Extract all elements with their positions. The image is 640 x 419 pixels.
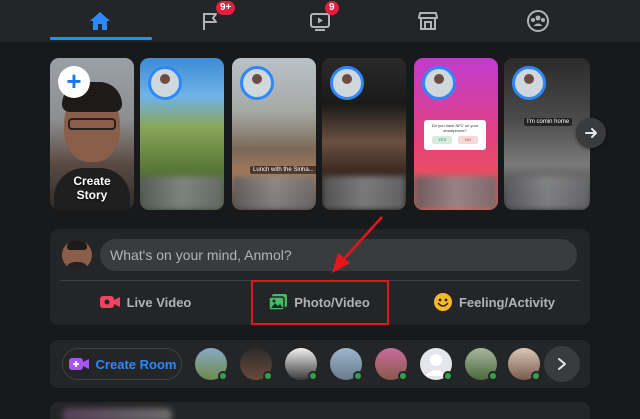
stories-row: + Create Story Lunch with the Sinha... D…: [0, 58, 640, 210]
notification-badge: 9+: [216, 1, 236, 15]
feeling-activity-button[interactable]: Feeling/Activity: [408, 285, 580, 319]
online-indicator: [531, 371, 541, 381]
smiley-icon: [433, 293, 452, 311]
tab-watch[interactable]: 9: [270, 0, 370, 42]
online-indicator: [443, 371, 453, 381]
story-card[interactable]: Lunch with the Sinha...: [232, 58, 316, 210]
story-author-name-blurred: [414, 176, 498, 210]
feeling-activity-label: Feeling/Activity: [458, 294, 556, 310]
create-story-card[interactable]: + Create Story: [50, 58, 134, 210]
next-feed-card: [50, 402, 590, 419]
online-indicator: [398, 371, 408, 381]
story-avatar: [240, 66, 274, 100]
story-avatar: [422, 66, 456, 100]
online-indicator: [308, 371, 318, 381]
story-card[interactable]: [322, 58, 406, 210]
online-indicator: [353, 371, 363, 381]
story-caption: Lunch with the Sinha...: [250, 166, 316, 174]
rooms-next-button[interactable]: [544, 346, 580, 382]
store-icon: [418, 12, 438, 30]
friend-avatar-default[interactable]: [420, 348, 453, 381]
notification-badge: 9: [325, 1, 339, 15]
friend-avatar[interactable]: [465, 348, 498, 381]
arrow-right-icon: [585, 128, 597, 138]
friend-avatar[interactable]: [330, 348, 363, 381]
story-author-name-blurred: [322, 176, 406, 210]
tab-marketplace[interactable]: [378, 0, 478, 42]
live-video-icon: [99, 296, 120, 308]
online-indicator: [263, 371, 273, 381]
plus-icon: +: [58, 66, 90, 98]
friend-avatar[interactable]: [375, 348, 408, 381]
story-avatar: [330, 66, 364, 100]
story-author-name-blurred: [504, 176, 590, 210]
chevron-right-icon: [558, 358, 566, 370]
create-room-button[interactable]: Create Room: [62, 348, 182, 380]
story-avatar: [512, 66, 546, 100]
online-indicator: [218, 371, 228, 381]
video-camera-plus-icon: [68, 358, 89, 370]
rooms-bar: Create Room: [50, 340, 590, 388]
story-caption: I'm comin home: [524, 118, 573, 126]
annotation-arrow: [332, 216, 383, 273]
story-author-name-blurred: [232, 176, 316, 210]
friend-avatar[interactable]: [195, 348, 228, 381]
top-navigation: 9+ 9: [0, 0, 640, 42]
poll-sticker: Do you have NFC on your smartphone? YES …: [424, 120, 486, 150]
active-tab-indicator: [50, 37, 152, 40]
friend-avatar[interactable]: [508, 348, 541, 381]
stories-next-button[interactable]: [576, 118, 606, 148]
annotation-highlight-box: [251, 280, 389, 325]
home-icon: [90, 12, 110, 30]
flag-icon: [203, 13, 217, 30]
story-card[interactable]: [140, 58, 224, 210]
story-avatar: [148, 66, 182, 100]
create-story-label: Create Story: [73, 174, 111, 202]
friend-avatar[interactable]: [240, 348, 273, 381]
avatar[interactable]: [62, 240, 92, 270]
story-author-name-blurred: [140, 176, 224, 210]
create-room-label: Create Room: [95, 356, 177, 372]
tab-pages[interactable]: 9+: [160, 0, 260, 42]
live-video-button[interactable]: Live Video: [60, 285, 230, 319]
blurred-content: [62, 408, 172, 419]
groups-icon: [527, 10, 549, 32]
online-indicator: [488, 371, 498, 381]
live-video-label: Live Video: [126, 294, 192, 310]
story-card[interactable]: Do you have NFC on your smartphone? YES …: [414, 58, 498, 210]
tab-groups[interactable]: [488, 0, 588, 42]
friend-avatar[interactable]: [285, 348, 318, 381]
tab-home[interactable]: [50, 0, 150, 42]
